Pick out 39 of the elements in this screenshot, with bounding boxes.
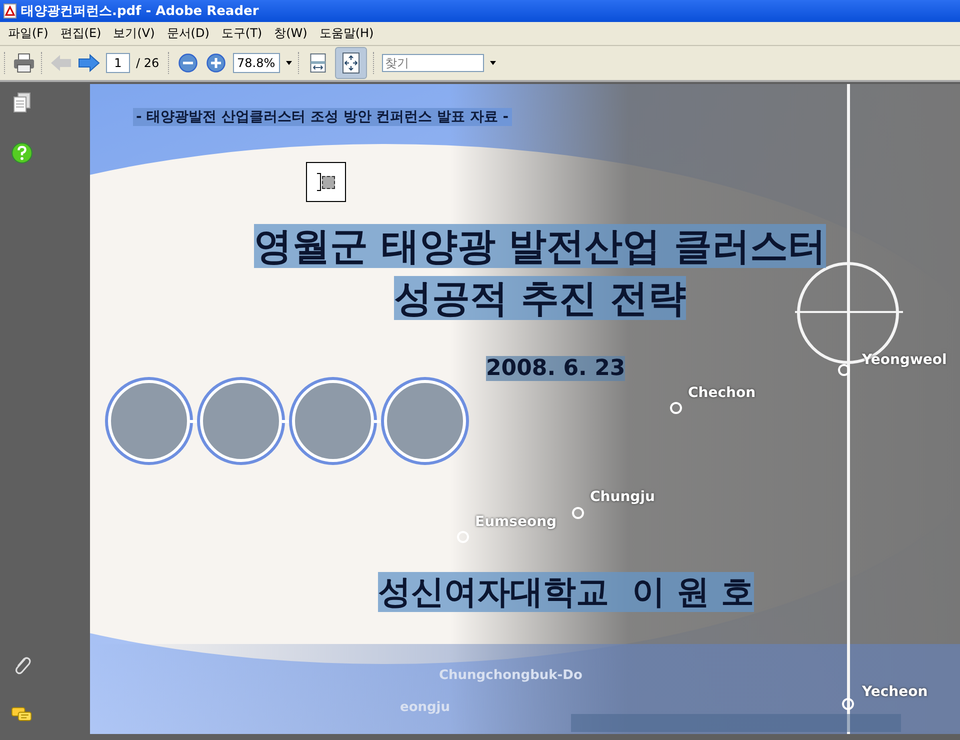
zoom-out-icon[interactable] bbox=[177, 53, 199, 73]
map-label: Chungju bbox=[590, 489, 655, 505]
menu-item[interactable]: 보기(V) bbox=[107, 25, 161, 42]
map-label: Yecheon bbox=[862, 684, 928, 700]
page-number-field[interactable]: 1 bbox=[106, 53, 130, 73]
map-marker-icon bbox=[457, 531, 469, 543]
map-label: Yeongweol bbox=[862, 352, 947, 368]
slide-subtitle: - 태양광발전 산업클러스터 조성 방안 컨퍼런스 발표 자료 - bbox=[133, 108, 512, 126]
slide-date: 2008. 6. 23 bbox=[486, 356, 626, 381]
menu-item[interactable]: 파일(F) bbox=[2, 25, 54, 42]
find-field[interactable]: 찾기 bbox=[382, 54, 484, 72]
map-marker-icon bbox=[572, 507, 584, 519]
slide-title: 영월군 태양광 발전산업 클러스터 bbox=[254, 224, 826, 268]
page-count: / 26 bbox=[136, 56, 160, 70]
pages-icon[interactable] bbox=[11, 92, 33, 114]
menu-item[interactable]: 편집(E) bbox=[54, 25, 108, 42]
fit-page-button[interactable] bbox=[335, 47, 367, 79]
pdf-file-icon bbox=[3, 3, 17, 19]
fit-page-icon bbox=[341, 52, 361, 74]
slide-title: 성공적 추진 전략 bbox=[394, 276, 686, 320]
map-label: Chechon bbox=[688, 385, 756, 401]
map-marker-icon bbox=[670, 402, 682, 414]
help-icon[interactable] bbox=[11, 142, 33, 164]
text-cursor-icon bbox=[306, 162, 346, 202]
slide-author: 성신여자대학교 이 원 호 bbox=[378, 572, 754, 612]
zoom-in-icon[interactable] bbox=[205, 53, 227, 73]
map-label: eongju bbox=[400, 700, 450, 715]
forward-arrow-icon[interactable] bbox=[78, 53, 100, 73]
menu-item[interactable]: 도구(T) bbox=[215, 25, 268, 42]
caret-icon[interactable] bbox=[490, 61, 496, 65]
menu-item[interactable]: 창(W) bbox=[268, 25, 314, 42]
menu-item[interactable]: 도움말(H) bbox=[313, 25, 380, 42]
zoom-field[interactable]: 78.8% bbox=[233, 53, 280, 73]
print-icon[interactable] bbox=[13, 53, 35, 73]
map-label: Chungchongbuk-Do bbox=[439, 668, 582, 683]
window-title: 태양광컨퍼런스.pdf - Adobe Reader bbox=[21, 3, 259, 20]
map-label: Eumseong bbox=[475, 514, 557, 530]
menu-item[interactable]: 문서(D) bbox=[160, 25, 216, 42]
caret-icon[interactable] bbox=[286, 61, 292, 65]
